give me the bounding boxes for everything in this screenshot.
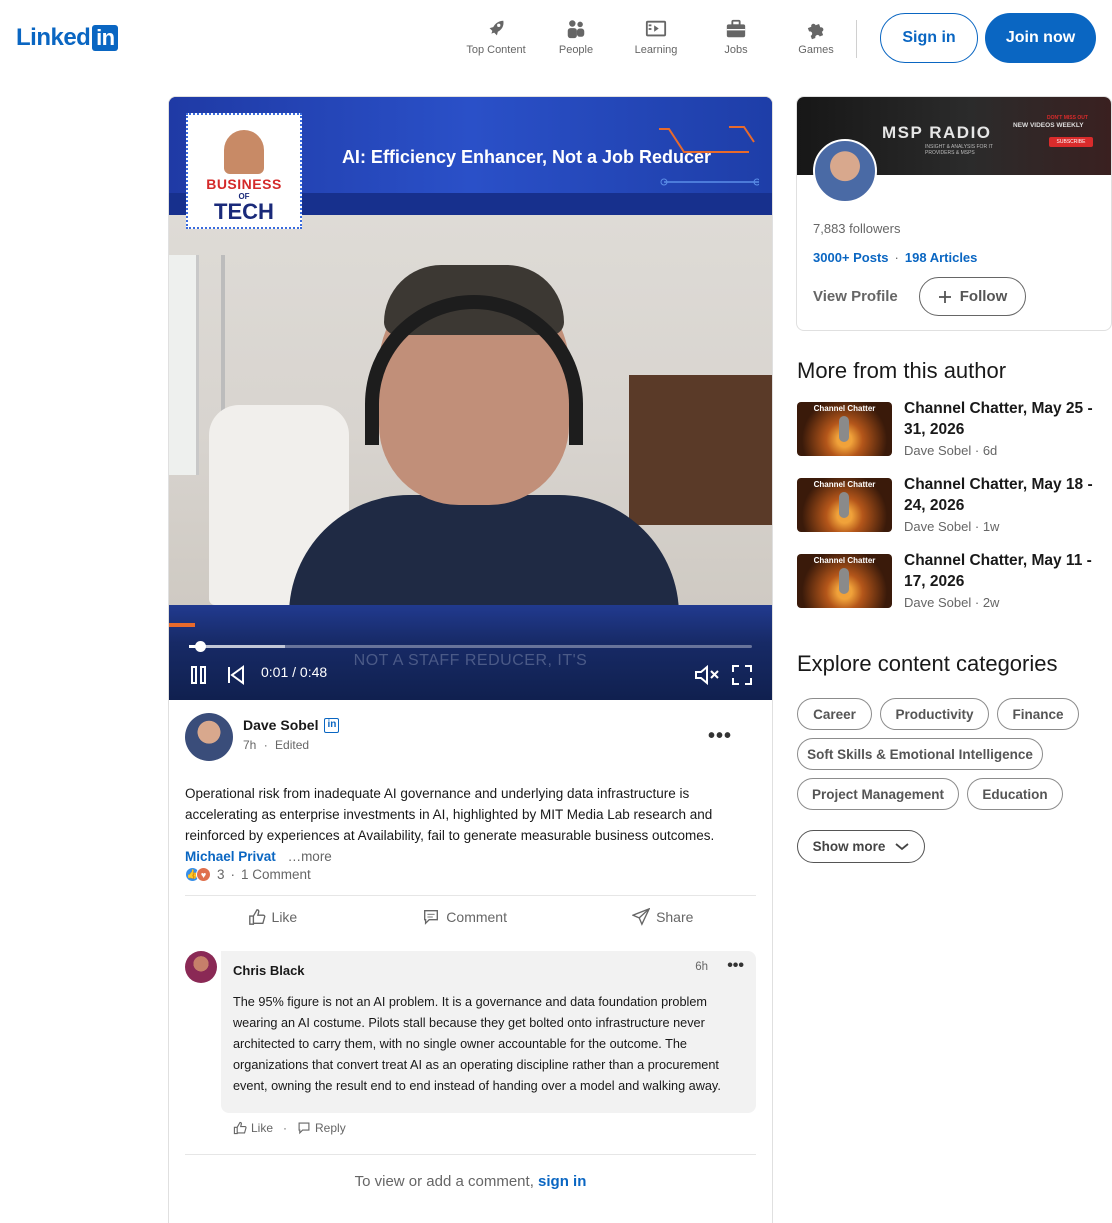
category-chip[interactable]: Productivity — [880, 698, 989, 730]
learning-icon — [645, 20, 667, 37]
author-profile-card: MSP RADIO INSIGHT & ANALYSIS FOR IT PROV… — [796, 96, 1112, 331]
article-thumbnail: Channel Chatter — [797, 402, 892, 456]
mention-link[interactable]: Michael Privat — [185, 849, 276, 864]
chevron-down-icon — [895, 842, 909, 850]
join-now-button[interactable]: Join now — [985, 13, 1096, 63]
comment-options-icon[interactable]: ••• — [727, 957, 744, 975]
author-avatar[interactable] — [185, 713, 233, 761]
see-more-link[interactable]: …more — [288, 849, 332, 864]
divider — [185, 895, 756, 896]
post-actions: Like Comment Share — [185, 903, 756, 931]
volume-muted-icon — [695, 664, 719, 686]
rocket-icon — [489, 20, 504, 36]
commenter-name[interactable]: Chris Black — [233, 963, 744, 978]
category-chip[interactable]: Finance — [997, 698, 1079, 730]
comment-time: 6h — [695, 961, 708, 973]
microphone-icon — [839, 416, 849, 442]
linkedin-badge-icon: in — [324, 717, 340, 733]
explore-categories-heading: Explore content categories — [797, 651, 1058, 676]
category-chip[interactable]: Soft Skills & Emotional Intelligence — [797, 738, 1043, 770]
reactions-summary[interactable]: 👍 ♥ 3 · 1 Comment — [185, 867, 311, 882]
video-banner-title: AI: Efficiency Enhancer, Not a Job Reduc… — [341, 147, 712, 167]
comments-count[interactable]: 1 Comment — [241, 867, 311, 882]
posts-link[interactable]: 3000+ Posts — [813, 250, 889, 265]
commenter-avatar[interactable] — [185, 951, 217, 983]
comment-like-button[interactable]: Like — [233, 1121, 273, 1135]
article-thumbnail: Channel Chatter — [797, 478, 892, 532]
category-chip[interactable]: Education — [967, 778, 1063, 810]
replay-button[interactable] — [225, 663, 247, 687]
comment-icon — [298, 1122, 310, 1135]
more-article-item[interactable]: Channel Chatter Channel Chatter, May 11 … — [797, 550, 1112, 612]
puzzle-icon — [807, 23, 824, 40]
divider — [185, 1154, 756, 1155]
reaction-count[interactable]: 3 — [217, 867, 225, 882]
microphone-icon — [839, 568, 849, 594]
post-meta: 7h · Edited — [243, 738, 310, 752]
fullscreen-icon — [732, 665, 752, 685]
plus-icon — [938, 290, 951, 303]
nav-jobs[interactable]: Jobs — [696, 18, 776, 56]
articles-link[interactable]: 198 Articles — [905, 250, 978, 265]
show-more-button[interactable]: Show more — [797, 830, 925, 863]
love-reaction-icon: ♥ — [196, 867, 211, 882]
more-from-author-heading: More from this author — [797, 358, 1007, 383]
nav-games[interactable]: Games — [776, 18, 856, 56]
send-icon — [632, 908, 651, 926]
progress-handle[interactable] — [195, 641, 206, 652]
briefcase-icon — [726, 19, 746, 38]
top-nav-bar: Linked in Top Content People Learning Job… — [0, 0, 1112, 78]
pause-button[interactable] — [189, 663, 209, 687]
nav-learning[interactable]: Learning — [616, 18, 696, 56]
more-article-item[interactable]: Channel Chatter Channel Chatter, May 25 … — [797, 398, 1112, 460]
comment-button[interactable]: Comment — [422, 903, 507, 931]
post-more-options-icon[interactable]: ••• — [708, 725, 732, 748]
skip-back-icon — [228, 665, 244, 685]
linkedin-logo[interactable]: Linked in — [16, 24, 119, 52]
article-title[interactable]: Channel Chatter, May 11 - 17, 2026 — [904, 550, 1112, 592]
video-caption: NOT A STAFF REDUCER, IT'S — [353, 652, 588, 669]
more-article-item[interactable]: Channel Chatter Channel Chatter, May 18 … — [797, 474, 1112, 536]
comment-reply-button[interactable]: Reply — [297, 1121, 346, 1135]
follower-count: 7,883 followers — [813, 221, 901, 236]
category-chip[interactable]: Project Management — [797, 778, 959, 810]
view-profile-link[interactable]: View Profile — [813, 288, 898, 305]
sign-in-button[interactable]: Sign in — [880, 13, 978, 63]
comment-bubble: Chris Black 6h ••• The 95% figure is not… — [221, 951, 756, 1113]
author-name[interactable]: Dave Sobel — [243, 717, 318, 733]
pause-icon — [191, 666, 206, 684]
people-icon — [567, 20, 585, 39]
comment-body: The 95% figure is not an AI problem. It … — [233, 995, 721, 1093]
profile-avatar[interactable] — [813, 139, 877, 203]
like-button[interactable]: Like — [248, 903, 297, 931]
signin-prompt: To view or add a comment, sign in — [354, 1173, 587, 1190]
nav-divider — [856, 20, 857, 58]
sign-in-link[interactable]: sign in — [538, 1173, 586, 1190]
video-progress-bar[interactable] — [189, 641, 752, 652]
comment-actions: Like · Reply — [233, 1121, 346, 1135]
post-author: Dave Sobel in 7h · Edited ••• — [185, 713, 760, 765]
video-time: 0:01 / 0:48 — [261, 664, 328, 680]
article-thumbnail: Channel Chatter — [797, 554, 892, 608]
comment-icon — [424, 910, 439, 925]
thumbs-up-icon — [233, 1121, 247, 1135]
post-body: Operational risk from inadequate AI gove… — [185, 786, 715, 864]
show-logo: BUSINESS OF TECH — [186, 113, 302, 229]
video-frame — [169, 215, 772, 615]
article-title[interactable]: Channel Chatter, May 18 - 24, 2026 — [904, 474, 1112, 516]
nav-people[interactable]: People — [536, 18, 616, 56]
main-nav: Top Content People Learning Jobs Games — [456, 18, 856, 56]
thumbs-up-icon — [248, 909, 265, 925]
fullscreen-button[interactable] — [731, 663, 753, 687]
profile-stats: 3000+ Posts · 198 Articles — [813, 250, 978, 265]
nav-top-content[interactable]: Top Content — [456, 18, 536, 56]
microphone-icon — [839, 492, 849, 518]
follow-button[interactable]: Follow — [919, 277, 1026, 316]
post-card: AI: Efficiency Enhancer, Not a Job Reduc… — [168, 96, 773, 1223]
article-title[interactable]: Channel Chatter, May 25 - 31, 2026 — [904, 398, 1112, 440]
share-button[interactable]: Share — [632, 903, 693, 931]
video-player[interactable]: AI: Efficiency Enhancer, Not a Job Reduc… — [169, 97, 772, 700]
mute-button[interactable] — [694, 663, 720, 687]
category-chip[interactable]: Career — [797, 698, 872, 730]
